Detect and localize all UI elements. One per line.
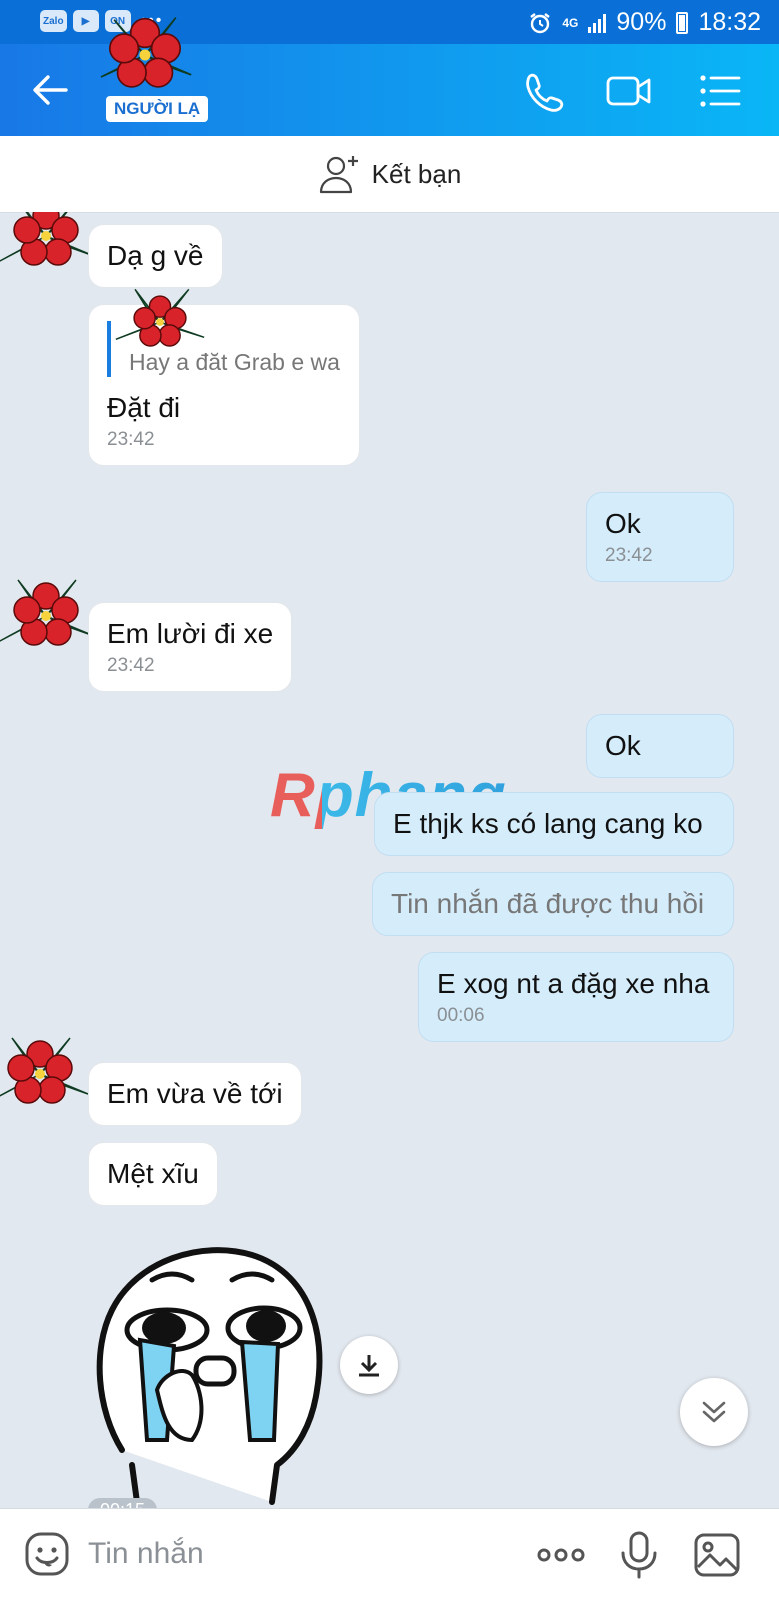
- message-text: Mệt xĩu: [107, 1158, 199, 1189]
- alarm-icon: [530, 12, 551, 33]
- clock: 18:32: [698, 8, 761, 36]
- menu-icon[interactable]: [696, 70, 744, 112]
- flower-avatar-icon[interactable]: [80, 0, 210, 110]
- add-friend-label: Kết bạn: [371, 158, 462, 189]
- scroll-to-bottom-button[interactable]: [680, 1378, 748, 1446]
- emoji-icon[interactable]: [24, 1531, 70, 1577]
- battery-percent: 90%: [616, 8, 667, 36]
- signal-icon: [588, 13, 607, 33]
- message-input[interactable]: Tin nhắn: [88, 1537, 204, 1571]
- message-bubble[interactable]: E xog nt a đặg xe nha 00:06: [418, 952, 734, 1042]
- message-text: Ok: [605, 730, 641, 761]
- message-text: E xog nt a đặg xe nha: [437, 968, 710, 999]
- zalo-notification-icon: Zalo: [40, 10, 67, 32]
- battery-icon: [676, 11, 689, 34]
- message-time: 23:42: [107, 429, 155, 450]
- message-text: Đặt đi: [107, 392, 181, 423]
- more-icon[interactable]: [536, 1531, 586, 1579]
- recalled-message-bubble[interactable]: Tin nhắn đã được thu hồi: [372, 872, 734, 936]
- add-friend-icon: [319, 156, 358, 194]
- message-bubble[interactable]: Ok 23:42: [586, 492, 734, 582]
- download-icon: [359, 1355, 379, 1377]
- message-text: E thjk ks có lang cang ko: [393, 808, 703, 839]
- message-text: Em vừa về tới: [107, 1078, 283, 1109]
- network-type: 4G: [562, 15, 579, 30]
- message-bubble[interactable]: Em vừa về tới: [88, 1062, 302, 1126]
- back-arrow-icon[interactable]: [30, 72, 70, 108]
- message-text: Em lười đi xe: [107, 618, 274, 649]
- message-bubble[interactable]: Mệt xĩu: [88, 1142, 218, 1206]
- message-text: Dạ g về: [107, 240, 204, 271]
- stranger-badge: NGƯỜI LẠ: [106, 96, 209, 122]
- message-time: 23:42: [605, 545, 653, 566]
- phone-icon[interactable]: [520, 70, 568, 112]
- message-bubble[interactable]: E thjk ks có lang cang ko: [374, 792, 734, 856]
- message-time: 23:42: [107, 655, 155, 676]
- flower-avatar-icon[interactable]: [0, 566, 96, 666]
- message-list[interactable]: Rphang Dạ g về Hay a đăt Grab e wa Đặt đ…: [0, 212, 779, 1508]
- flower-avatar-icon[interactable]: [0, 212, 96, 286]
- message-text: Ok: [605, 508, 641, 539]
- message-text: Tin nhắn đã được thu hồi: [391, 888, 705, 919]
- flower-sticker-icon: [115, 288, 205, 347]
- microphone-icon[interactable]: [614, 1531, 664, 1579]
- message-bubble[interactable]: Dạ g về: [88, 224, 223, 288]
- video-call-icon[interactable]: [605, 70, 653, 112]
- message-time: 00:06: [437, 1005, 485, 1026]
- message-input-bar: Tin nhắn: [0, 1508, 779, 1601]
- flower-avatar-icon[interactable]: [0, 1024, 90, 1124]
- crying-face-sticker[interactable]: [92, 1240, 332, 1508]
- double-chevron-down-icon: [702, 1401, 726, 1423]
- message-bubble[interactable]: Em lười đi xe 23:42: [88, 602, 293, 692]
- chat-header: NGƯỜI LẠ: [0, 17, 779, 136]
- message-bubble[interactable]: Ok: [586, 714, 734, 778]
- sticker-time: 00:15: [88, 1498, 158, 1508]
- download-button[interactable]: [340, 1336, 398, 1394]
- image-icon[interactable]: [692, 1531, 742, 1579]
- add-friend-button[interactable]: Kết bạn: [0, 136, 779, 213]
